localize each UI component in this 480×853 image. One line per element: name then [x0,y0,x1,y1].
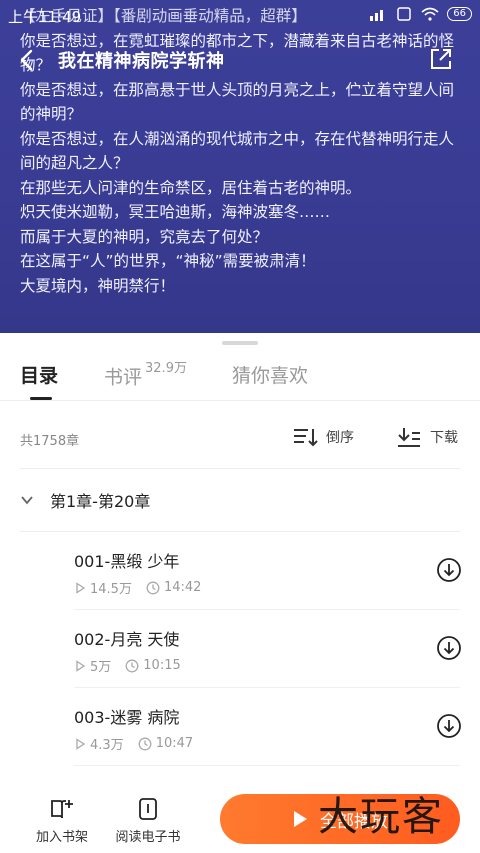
wifi-icon [421,7,439,21]
download-icon [398,428,420,447]
chapter-count: 共1758章 [20,434,80,449]
intro-line: 而属于大夏的神明，究竟去了何处？ [20,227,269,246]
play-count: 4.3万 [74,734,124,753]
play-count: 5万 [74,656,111,675]
status-time: 上午11:49 [8,8,82,26]
volume-label: 第1章-第20章 [50,492,151,511]
add-shelf-label: 加入书架 [35,830,88,845]
chapter-list: 001-黑缎 少年 14.5万 14:42 002-月亮 天使 5万 10:15… [0,532,480,766]
download-all-button[interactable]: 下载 [396,425,458,449]
read-ebook-label: 阅读电子书 [115,830,181,845]
volume-group[interactable]: 第1章-第20章 [0,483,480,517]
add-shelf-button[interactable]: 加入书架 [22,796,102,845]
duration: 10:47 [138,736,193,751]
chapter-title: 002-月亮 天使 [74,630,180,649]
tab-catalog[interactable]: 目录 [20,361,58,388]
list-header: 共1758章 倒序 下载 [0,421,480,455]
share-icon[interactable] [428,46,454,72]
play-count-value: 14.5万 [90,582,132,597]
clock-icon [146,581,160,594]
chapter-title: 003-迷雾 病院 [74,708,180,727]
reviews-count: 32.9万 [145,361,187,376]
top-nav: 我在精神病院学斩神 [0,40,480,80]
back-icon[interactable] [14,46,42,74]
read-ebook-button[interactable]: 阅读电子书 [108,796,188,845]
drag-handle[interactable] [222,341,258,345]
download-circle-icon[interactable] [436,557,462,583]
catalog-sheet: 目录 书评 32.9万 猜你喜欢 共1758章 倒序 下载 第1章-第20章 00… [0,333,480,853]
play-count: 14.5万 [74,578,132,597]
battery-indicator: 66 [447,7,472,21]
book-title: 我在精神病院学斩神 [58,51,225,72]
chapter-meta: 5万 10:15 [74,656,195,675]
intro-line: 你是否想过，在那高悬于世人头顶的月亮之上，伫立着守望人间的神明？ [20,80,455,124]
duration-value: 14:42 [163,580,202,595]
clock-icon [138,737,152,750]
intro-line: 你是否想过，在人潮汹涌的现代城市之中，存在代替神明行走人间的超凡之人？ [20,129,455,173]
intro-line: 在那些无人问津的生命禁区，居住着古老的神明。 [20,178,362,197]
duration: 14:42 [146,580,201,595]
status-bar: 上午11:49 66 [0,0,480,30]
tab-bar: 目录 书评 32.9万 猜你喜欢 [0,361,480,401]
tab-reviews[interactable]: 书评 32.9万 [104,361,187,389]
watermark-logo: 大玩客 [318,794,444,840]
play-count-icon [76,737,86,750]
download-label: 下载 [430,430,458,446]
status-icons: 66 [369,7,472,21]
sort-icon [294,429,318,447]
play-count-value: 5万 [90,660,112,675]
divider [0,400,480,401]
intro-line: 在这属于“人”的世界，“神秘”需要被肃清！ [20,252,316,270]
signal-icon [370,10,384,21]
sort-button[interactable]: 倒序 [292,425,354,449]
duration-value: 10:15 [143,658,181,673]
clock-icon [125,659,139,672]
sort-label: 倒序 [326,430,354,446]
chapter-title: 001-黑缎 少年 [74,552,180,571]
book-header: 【左手见证】【番剧动画垂动精品，超群】 你是否想过，在霓虹璀璨的都市之下，潜藏着… [0,0,480,333]
play-count-icon [76,581,86,594]
intro-line: 大夏境内，神明禁行！ [20,276,176,295]
chapter-row[interactable]: 002-月亮 天使 5万 10:15 [0,610,480,688]
chevron-down-icon [21,496,33,505]
sim-icon [397,7,412,21]
chapter-row[interactable]: 003-迷雾 病院 4.3万 10:47 [0,688,480,766]
bookshelf-add-icon [51,800,73,819]
download-circle-icon[interactable] [436,713,462,739]
ebook-icon [139,798,157,820]
play-icon [294,811,307,827]
divider [74,765,460,766]
tab-reviews-label: 书评 [104,366,143,389]
chapter-row[interactable]: 001-黑缎 少年 14.5万 14:42 [0,532,480,610]
bottom-action-bar: 加入书架 阅读电子书 全部播放 大玩客 [0,778,480,853]
chapter-meta: 14.5万 14:42 [74,578,215,597]
download-circle-icon[interactable] [436,635,462,661]
divider [20,468,460,469]
play-count-value: 4.3万 [90,738,124,753]
intro-line: 炽天使米迦勒，冥王哈迪斯，海神波塞冬…… [20,203,331,221]
tab-recommend[interactable]: 猜你喜欢 [232,361,308,388]
duration: 10:15 [125,658,181,673]
chapter-meta: 4.3万 10:47 [74,734,207,753]
play-count-icon [76,659,86,672]
duration-value: 10:47 [155,736,194,751]
